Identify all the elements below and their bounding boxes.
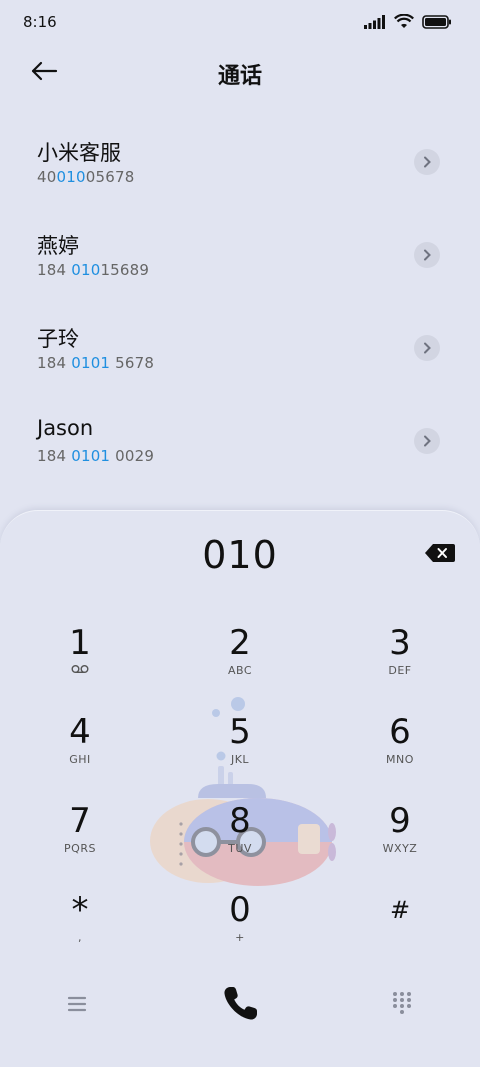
menu-icon [67, 996, 87, 1012]
status-time: 8:16 [23, 13, 57, 31]
contact-detail-button[interactable] [414, 335, 440, 361]
contact-match-list: 小米客服 4001005678 燕婷 184 01015689 子玲 184 0… [0, 113, 480, 485]
contact-name: 燕婷 [37, 234, 79, 258]
match-highlight: 010 [71, 261, 101, 279]
key-9[interactable]: 9 WXYZ [340, 801, 460, 881]
key-digit: 9 [389, 801, 411, 841]
key-letters: GHI [69, 753, 91, 766]
key-letters: JKL [230, 753, 250, 766]
battery-icon [422, 14, 451, 29]
call-button[interactable] [221, 983, 261, 1023]
key-letters: WXYZ [382, 842, 418, 855]
key-digit: 0 [229, 890, 251, 930]
dialpad-icon [393, 992, 411, 1014]
contact-number: 184 01015689 [37, 261, 150, 279]
contact-name: 小米客服 [37, 141, 121, 165]
status-bar: 8:16 [0, 0, 480, 46]
contact-name: Jason [37, 416, 94, 440]
key-letters: TUV [228, 842, 252, 855]
menu-button[interactable] [66, 993, 90, 1017]
chevron-right-icon [424, 435, 431, 447]
contact-detail-button[interactable] [414, 428, 440, 454]
key-digit: 6 [389, 712, 411, 752]
backspace-button[interactable] [424, 543, 456, 563]
chevron-right-icon [424, 342, 431, 354]
key-digit: 4 [69, 712, 91, 752]
contact-detail-button[interactable] [414, 242, 440, 268]
key-8[interactable]: 8 TUV [180, 801, 300, 881]
chevron-right-icon [424, 156, 431, 168]
key-0[interactable]: 0 + [180, 890, 300, 970]
contact-item[interactable]: Jason 184 0101 0029 [0, 392, 480, 485]
key-1[interactable]: 1 [20, 623, 140, 703]
contact-detail-button[interactable] [414, 149, 440, 175]
key-digit: 8 [229, 801, 251, 841]
backspace-icon [425, 544, 455, 562]
key-digit: 1 [69, 623, 91, 663]
chevron-right-icon [424, 249, 431, 261]
header: 通话 [0, 46, 480, 102]
voicemail-icon [20, 664, 140, 677]
match-highlight: 010 [56, 168, 86, 186]
page-title: 通话 [217, 64, 262, 89]
dialpad-panel: 010 1 2 ABC 3 DEF 4 GHI 5 JKL 6 MNO 7 PQ… [0, 510, 480, 1067]
dialed-number: 010 [202, 533, 278, 577]
key-letters: PQRS [64, 842, 96, 855]
key-letters: , [78, 931, 82, 944]
contact-item[interactable]: 小米客服 4001005678 [0, 113, 480, 206]
key-digit: * [71, 890, 89, 930]
key-4[interactable]: 4 GHI [20, 712, 140, 792]
dialpad-bottom-bar [0, 981, 480, 1041]
phone-icon [224, 987, 257, 1020]
match-highlight: 0101 [71, 447, 111, 465]
key-letters: + [235, 931, 245, 944]
match-highlight: 0101 [71, 354, 111, 372]
key-2[interactable]: 2 ABC [180, 623, 300, 703]
key-letters: ABC [227, 664, 253, 677]
key-5[interactable]: 5 JKL [180, 712, 300, 792]
contact-number: 184 0101 5678 [37, 354, 155, 372]
contact-name: 子玲 [37, 327, 79, 351]
key-3[interactable]: 3 DEF [340, 623, 460, 703]
contact-item[interactable]: 子玲 184 0101 5678 [0, 299, 480, 392]
key-digit: 3 [389, 623, 411, 663]
contact-number: 4001005678 [37, 168, 135, 186]
signal-icon [364, 14, 385, 29]
key-hash[interactable]: # [340, 890, 460, 970]
key-6[interactable]: 6 MNO [340, 712, 460, 792]
dialpad-toggle-button[interactable] [392, 991, 414, 1015]
key-digit: 2 [229, 623, 251, 663]
key-digit: 7 [69, 801, 91, 841]
key-star[interactable]: * , [20, 890, 140, 970]
wifi-icon [394, 14, 414, 28]
key-letters: MNO [386, 753, 414, 766]
key-digit: # [389, 896, 411, 924]
key-7[interactable]: 7 PQRS [20, 801, 140, 881]
contact-item[interactable]: 燕婷 184 01015689 [0, 206, 480, 299]
status-icons [364, 14, 452, 29]
key-letters: DEF [388, 664, 412, 677]
key-digit: 5 [229, 712, 251, 752]
contact-number: 184 0101 0029 [37, 447, 155, 465]
